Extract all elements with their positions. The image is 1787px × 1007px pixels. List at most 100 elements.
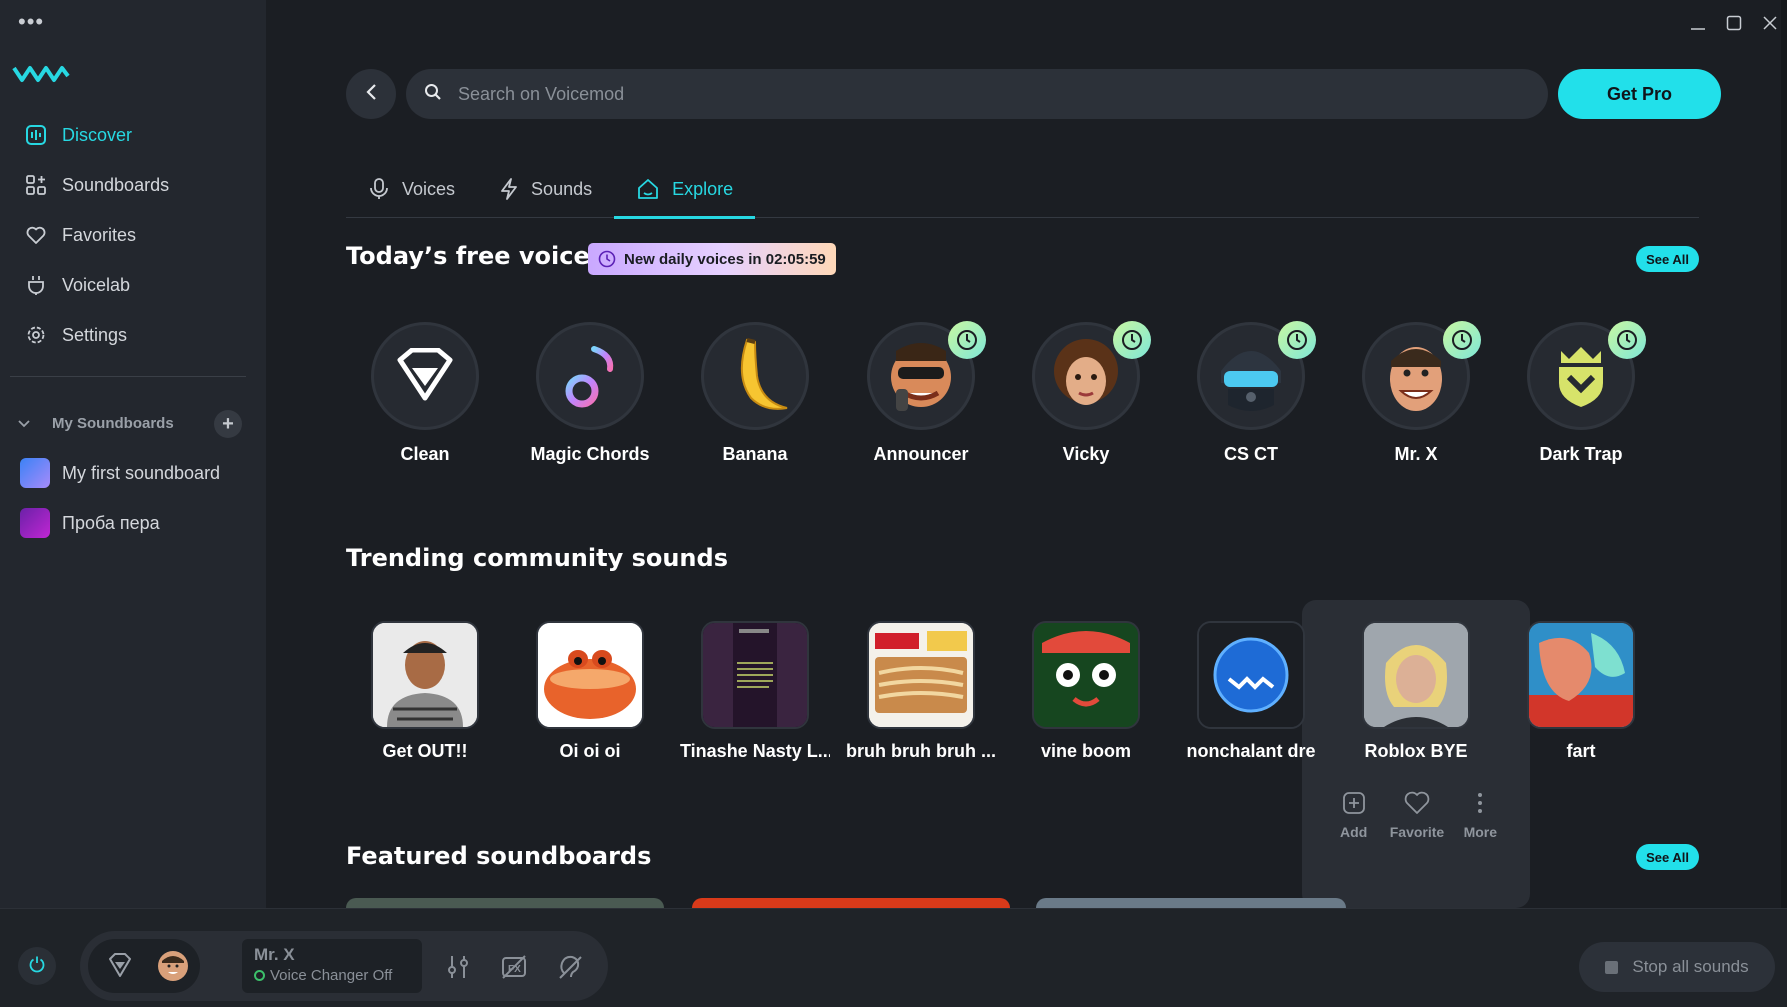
search-icon bbox=[424, 83, 442, 106]
voice-avatar bbox=[1362, 321, 1481, 430]
soundboard-item-proba-pera[interactable]: Проба пера bbox=[20, 506, 160, 540]
sidebar-item-label: Soundboards bbox=[62, 174, 170, 195]
sound-card-bruh[interactable]: bruh bruh bruh ... bbox=[846, 621, 996, 762]
sidebar-divider bbox=[10, 376, 246, 377]
sound-name: bruh bruh bruh ... bbox=[846, 741, 996, 761]
voice-card-dark-trap[interactable]: Dark Trap bbox=[1506, 321, 1656, 465]
window-edge bbox=[1781, 0, 1787, 908]
hear-myself-off-icon[interactable] bbox=[554, 951, 586, 983]
soundboard-thumb bbox=[20, 508, 50, 538]
voice-name: Vicky bbox=[1062, 444, 1110, 464]
sound-name: Tinashe Nasty L... bbox=[680, 741, 830, 761]
add-sound-button[interactable]: Add bbox=[1322, 786, 1385, 840]
sidebar-item-favorites[interactable]: Favorites bbox=[0, 210, 266, 260]
current-voice-avatar[interactable] bbox=[158, 951, 188, 981]
trending-sounds-title: Trending community sounds bbox=[346, 544, 728, 572]
tab-voices[interactable]: Voices bbox=[346, 160, 477, 218]
voice-name: CS CT bbox=[1224, 444, 1278, 464]
see-all-voices-button[interactable]: See All bbox=[1636, 246, 1699, 272]
close-icon[interactable] bbox=[1759, 12, 1781, 34]
sidebar-item-settings[interactable]: Settings bbox=[0, 310, 266, 360]
sound-card-vine-boom[interactable]: vine boom bbox=[1011, 621, 1161, 762]
more-dots-icon[interactable]: ••• bbox=[18, 11, 44, 33]
heart-icon bbox=[1385, 786, 1448, 820]
voice-name: Magic Chords bbox=[530, 444, 650, 464]
soundboard-item-my-first[interactable]: My first soundboard bbox=[20, 456, 220, 490]
voice-name: Mr. X bbox=[1394, 444, 1438, 464]
voice-name: Announcer bbox=[873, 444, 969, 464]
effects-off-icon[interactable]: FX bbox=[498, 951, 530, 983]
voice-changer-status-text: Voice Changer Off bbox=[270, 967, 393, 984]
maximize-icon[interactable] bbox=[1723, 12, 1745, 34]
status-dot-icon bbox=[254, 970, 265, 981]
search-bar[interactable] bbox=[406, 69, 1548, 119]
sidebar-item-label: Favorites bbox=[62, 224, 137, 245]
sidebar-item-voicelab[interactable]: Voicelab bbox=[0, 260, 266, 310]
sound-name: Roblox BYE bbox=[1364, 741, 1468, 761]
current-voice-panel[interactable]: Mr. X Voice Changer Off bbox=[242, 939, 422, 993]
tab-label: Sounds bbox=[531, 178, 593, 199]
voice-avatar bbox=[1197, 321, 1316, 430]
voice-card-clean[interactable]: Clean bbox=[350, 322, 500, 465]
see-all-soundboards-button[interactable]: See All bbox=[1636, 844, 1699, 870]
home-icon bbox=[636, 177, 660, 201]
sound-card-roblox-bye[interactable]: Roblox BYE bbox=[1341, 621, 1491, 762]
back-button[interactable] bbox=[346, 69, 396, 119]
voice-card-cs-ct[interactable]: CS CT bbox=[1176, 321, 1326, 465]
soundboard-thumb bbox=[20, 458, 50, 488]
voice-card-banana[interactable]: Banana bbox=[680, 322, 830, 465]
sidebar-item-discover[interactable]: Discover bbox=[0, 110, 266, 160]
sound-thumbnail bbox=[701, 621, 809, 729]
my-soundboards-header[interactable]: My Soundboards + bbox=[18, 408, 242, 438]
my-soundboards-label: My Soundboards bbox=[52, 414, 174, 432]
sidebar-item-label: Discover bbox=[62, 124, 133, 145]
stop-icon bbox=[1605, 960, 1619, 974]
sound-thumbnail bbox=[1527, 621, 1635, 729]
gear-icon bbox=[24, 323, 48, 347]
tab-label: Voices bbox=[402, 178, 456, 199]
tab-sounds[interactable]: Sounds bbox=[477, 160, 614, 218]
add-soundboard-button[interactable]: + bbox=[214, 410, 242, 438]
clean-diamond-icon[interactable] bbox=[106, 953, 134, 984]
minimize-icon[interactable] bbox=[1687, 12, 1709, 34]
voice-card-vicky[interactable]: Vicky bbox=[1011, 321, 1161, 465]
get-pro-button[interactable]: Get Pro bbox=[1558, 69, 1721, 119]
clock-badge-icon bbox=[1443, 321, 1481, 359]
chevron-down-icon bbox=[18, 415, 32, 432]
sound-card-nonchalant[interactable]: nonchalant dre bbox=[1176, 621, 1326, 762]
equalizer-icon[interactable] bbox=[442, 951, 474, 983]
power-button[interactable] bbox=[18, 947, 56, 985]
music-note-icon bbox=[565, 345, 614, 408]
tab-explore[interactable]: Explore bbox=[614, 160, 756, 219]
voicelab-icon bbox=[24, 273, 48, 297]
more-sound-button[interactable]: More bbox=[1449, 786, 1512, 840]
search-input[interactable] bbox=[458, 83, 1458, 105]
sound-card-fart[interactable]: fart bbox=[1506, 621, 1656, 762]
voicemod-logo[interactable] bbox=[12, 64, 70, 91]
sound-card-oi-oi-oi[interactable]: Oi oi oi bbox=[515, 621, 665, 762]
sound-card-tinashe[interactable]: Tinashe Nasty L... bbox=[680, 621, 830, 762]
banana-icon bbox=[740, 338, 788, 410]
voice-card-mr-x[interactable]: Mr. X bbox=[1341, 321, 1491, 465]
voice-card-magic-chords[interactable]: Magic Chords bbox=[515, 322, 665, 465]
clock-badge-icon bbox=[1608, 321, 1646, 359]
discover-icon bbox=[24, 123, 48, 147]
chevron-left-icon bbox=[365, 83, 377, 106]
sound-thumbnail bbox=[1032, 621, 1140, 729]
sidebar: ••• Discover Soundboards Favorites Voice… bbox=[0, 0, 266, 908]
sound-name: Get OUT!! bbox=[382, 741, 468, 761]
sound-name: fart bbox=[1566, 741, 1596, 761]
sound-thumbnail bbox=[1362, 621, 1470, 729]
content-tabs: Voices Sounds Explore bbox=[346, 160, 1699, 219]
favorite-sound-button[interactable]: Favorite bbox=[1385, 786, 1448, 840]
sidebar-item-soundboards[interactable]: Soundboards bbox=[0, 160, 266, 210]
lightning-icon bbox=[499, 178, 519, 200]
sound-card-get-out[interactable]: Get OUT!! bbox=[350, 621, 500, 762]
clock-badge-icon bbox=[1113, 321, 1151, 359]
voice-selector[interactable] bbox=[88, 939, 200, 993]
featured-soundboards-title: Featured soundboards bbox=[346, 842, 652, 870]
stop-all-sounds-button[interactable]: Stop all sounds bbox=[1579, 942, 1775, 992]
voice-card-announcer[interactable]: Announcer bbox=[846, 321, 996, 465]
voice-avatar bbox=[371, 322, 479, 430]
stop-all-label: Stop all sounds bbox=[1632, 957, 1749, 976]
